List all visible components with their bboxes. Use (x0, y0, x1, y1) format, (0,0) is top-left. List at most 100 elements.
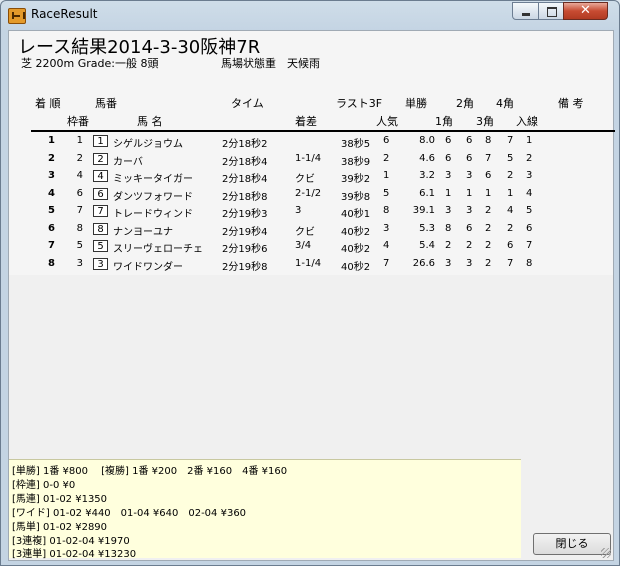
rank-cell: 4 (48, 187, 55, 199)
last3f-cell: 40秒2 (341, 226, 371, 238)
popularity-cell: 3 (383, 222, 390, 234)
race-info: 芝 2200m Grade:一般 8頭 (21, 57, 159, 70)
time-cell: 2分19秒3 (222, 209, 268, 220)
time-cell: 2分19秒8 (222, 261, 268, 273)
popularity-cell: 7 (383, 257, 390, 269)
payout-line: [ワイド] 01-02 ¥440 01-04 ¥640 02-04 ¥360 (12, 508, 247, 519)
window-close-button[interactable]: ✕ (563, 2, 608, 20)
results-panel: レース結果2014-3-30阪神7R 芝 2200m Grade:一般 8頭 馬… (9, 31, 615, 275)
corner4-cell: 7 (507, 257, 514, 269)
popularity-cell: 8 (383, 205, 390, 216)
odds-cell: 6.1 (419, 187, 435, 199)
waku-cell: 7 (76, 205, 83, 216)
odds-cell: 8.0 (419, 135, 435, 146)
finish-cell: 5 (526, 205, 533, 216)
payout-line: [枠連] 0-0 ¥0 (12, 480, 76, 491)
margin-cell: 1-1/4 (295, 152, 322, 164)
finish-cell: 7 (526, 240, 533, 251)
waku-cell: 8 (76, 222, 83, 234)
header-time: タイム (231, 97, 264, 110)
corner1-cell: 3 (445, 257, 452, 269)
minimize-button[interactable] (512, 2, 539, 20)
finish-cell: 4 (526, 187, 533, 199)
corner4-cell: 4 (507, 205, 514, 216)
header-rank: 着 順 (35, 97, 61, 110)
corner1-cell: 6 (445, 135, 452, 146)
time-cell: 2分18秒2 (222, 139, 268, 150)
odds-cell: 4.6 (419, 152, 435, 164)
rank-cell: 1 (48, 135, 55, 146)
resize-grip[interactable] (601, 548, 611, 558)
header-remarks: 備 考 (558, 97, 584, 110)
corner3-cell: 8 (485, 135, 492, 146)
last3f-cell: 38秒5 (341, 139, 371, 150)
corner4-cell: 1 (507, 187, 514, 199)
corner3-cell: 7 (485, 152, 492, 164)
corner2-cell: 6 (466, 152, 473, 164)
odds-cell: 3.2 (419, 170, 435, 181)
corner4-cell: 5 (507, 152, 514, 164)
header-corner4: 4角 (496, 97, 514, 110)
margin-cell: 3/4 (295, 240, 312, 251)
waku-cell: 6 (76, 187, 83, 199)
margin-cell: クビ (295, 174, 315, 185)
corner3-cell: 2 (485, 205, 492, 216)
last3f-cell: 39秒8 (341, 191, 371, 203)
race-condition: 馬場状態重 天候雨 (221, 57, 320, 70)
popularity-cell: 6 (383, 135, 390, 146)
umaban-box: 3 (93, 257, 108, 270)
margin-cell: 3 (295, 205, 302, 216)
header-odds: 単勝 (405, 97, 427, 110)
corner1-cell: 8 (445, 222, 452, 234)
title-bar[interactable]: RaceResult ✕ (1, 1, 619, 29)
payout-line: [馬単] 01-02 ¥2890 (12, 522, 108, 533)
finish-cell: 2 (526, 152, 533, 164)
corner2-cell: 3 (466, 170, 473, 181)
odds-cell: 5.3 (419, 222, 435, 234)
corner2-cell: 6 (466, 222, 473, 234)
popularity-cell: 2 (383, 152, 390, 164)
app-icon (8, 8, 26, 24)
corner3-cell: 2 (485, 257, 492, 269)
header-finish: 入線 (516, 115, 538, 128)
payout-line: [馬連] 01-02 ¥1350 (12, 494, 108, 505)
rank-cell: 6 (48, 222, 55, 234)
corner4-cell: 6 (507, 240, 514, 251)
race-result-window: RaceResult ✕ レース結果2014-3-30阪神7R 芝 2200m … (0, 0, 620, 566)
horse-name-cell: ダンツフォワード (113, 191, 193, 203)
close-button[interactable]: 閉じる (533, 533, 611, 555)
payout-line: [3連単] 01-02-04 ¥13230 (12, 549, 137, 560)
finish-cell: 8 (526, 257, 533, 269)
time-cell: 2分19秒4 (222, 226, 268, 238)
corner4-cell: 7 (507, 135, 514, 146)
corner2-cell: 1 (466, 187, 473, 199)
margin-cell: 1-1/4 (295, 257, 322, 269)
header-corner1: 1角 (435, 115, 453, 128)
minimize-icon (522, 13, 530, 16)
corner2-cell: 6 (466, 135, 473, 146)
header-umaban: 馬番 (95, 97, 117, 110)
last3f-cell: 38秒9 (341, 156, 371, 168)
corner3-cell: 2 (485, 222, 492, 234)
last3f-cell: 40秒2 (341, 244, 371, 255)
corner1-cell: 1 (445, 187, 452, 199)
close-icon: ✕ (580, 3, 591, 18)
umaban-box: 6 (93, 187, 108, 200)
corner2-cell: 3 (466, 257, 473, 269)
popularity-cell: 4 (383, 240, 390, 251)
last3f-cell: 40秒1 (341, 209, 371, 220)
umaban-box: 7 (93, 205, 108, 217)
corner1-cell: 3 (445, 170, 452, 181)
time-cell: 2分18秒8 (222, 191, 268, 203)
odds-cell: 26.6 (412, 257, 435, 269)
corner4-cell: 2 (507, 170, 514, 181)
maximize-button[interactable] (538, 2, 564, 20)
finish-cell: 3 (526, 170, 533, 181)
popularity-cell: 1 (383, 170, 390, 181)
header-waku: 枠番 (67, 115, 89, 128)
corner1-cell: 6 (445, 152, 452, 164)
horse-name-cell: ナンヨーユナ (113, 226, 173, 238)
header-popularity: 人気 (376, 115, 398, 128)
waku-cell: 5 (76, 240, 83, 251)
maximize-icon (547, 7, 557, 17)
